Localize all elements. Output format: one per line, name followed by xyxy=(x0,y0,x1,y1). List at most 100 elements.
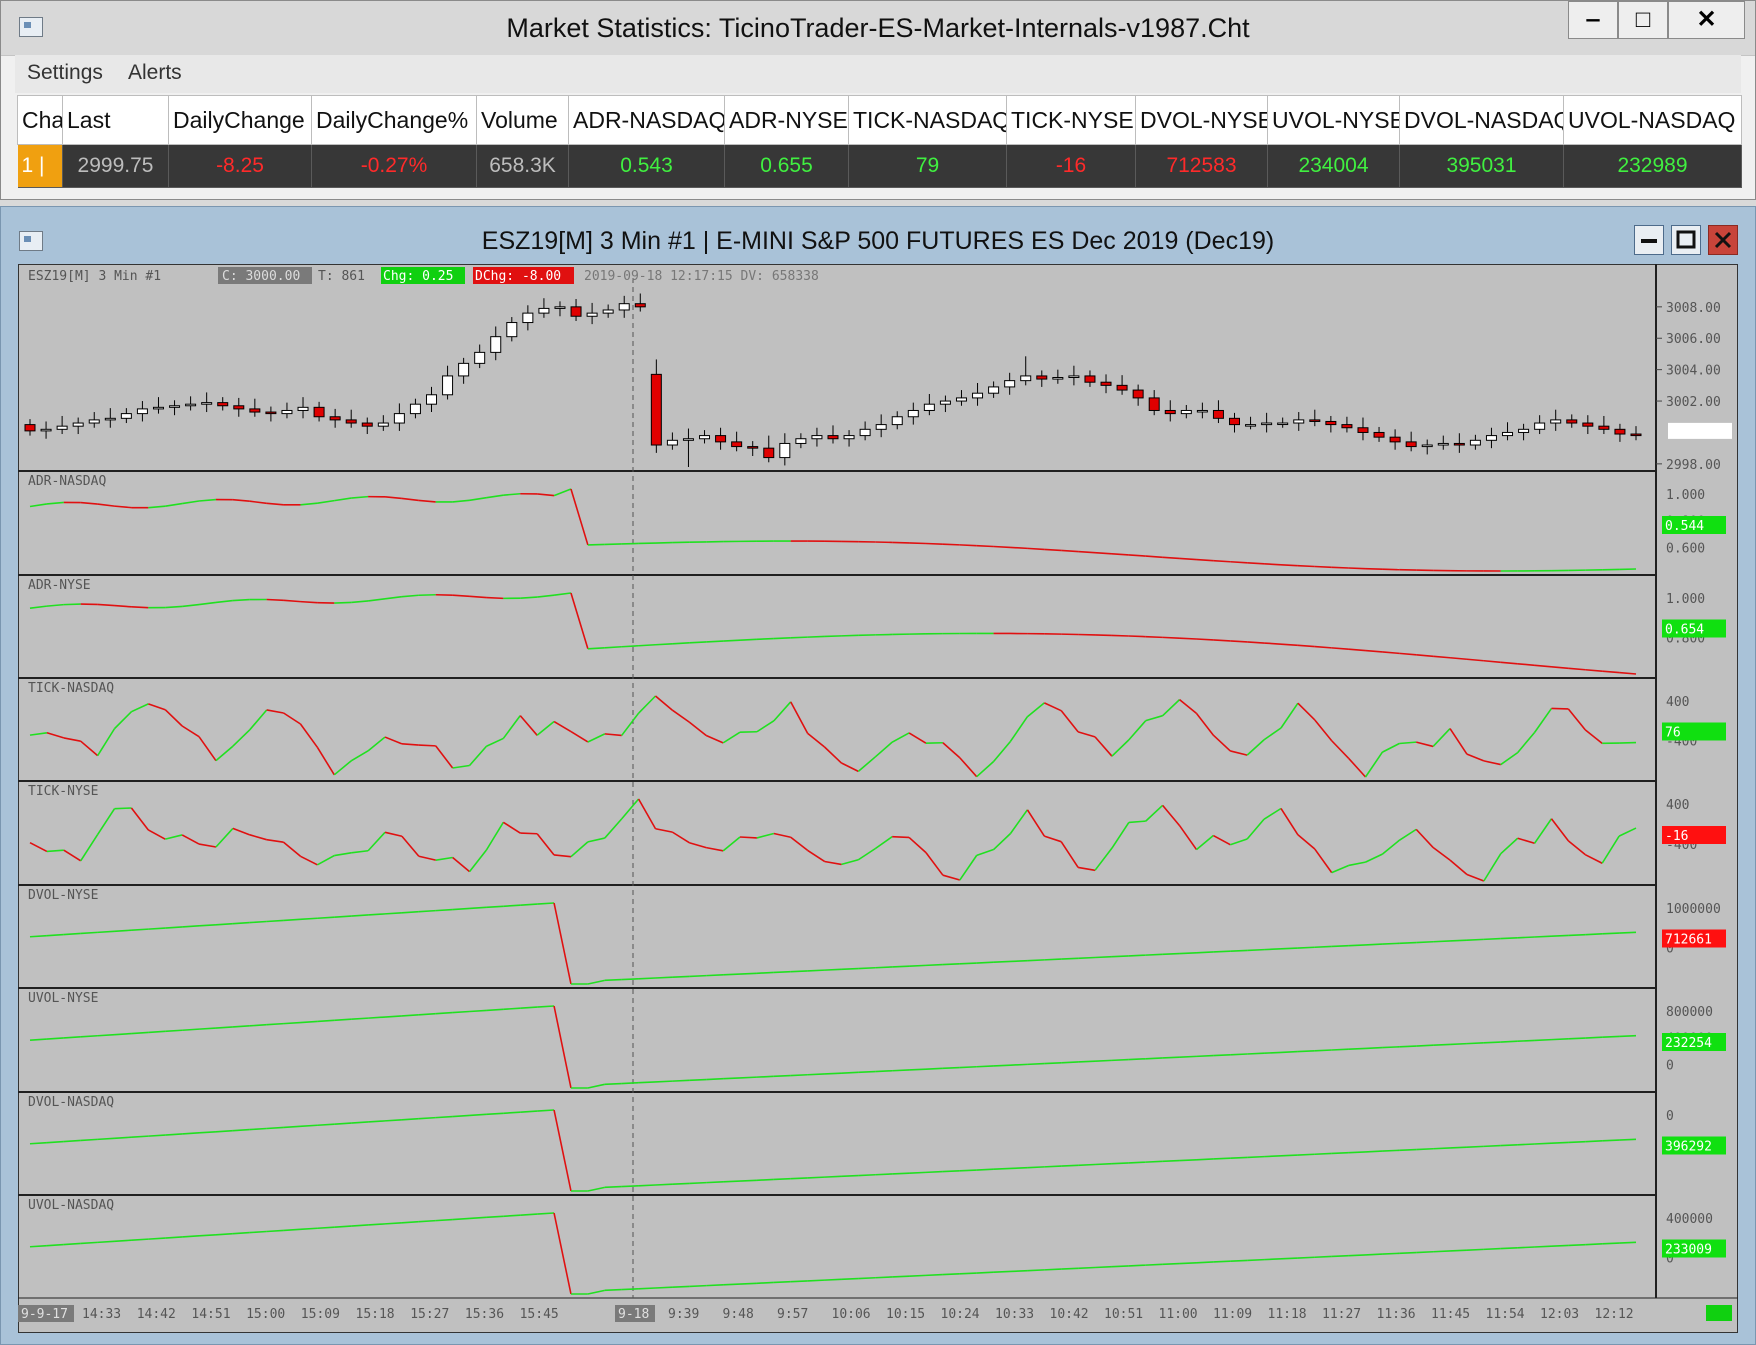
indicator-line-segment xyxy=(1619,1241,1637,1244)
price-and-internals-chart[interactable]: ESZ19[M] 3 Min #1 C: 3000.00 T: 861 Chg: 0.… xyxy=(18,264,1738,1333)
indicator-line-segment xyxy=(1348,648,1366,652)
chart-titlebar[interactable]: ESZ19[M] 3 Min #1 | E-MINI S&P 500 FUTUR… xyxy=(1,207,1755,261)
time-axis-label: 10:51 xyxy=(1104,1307,1143,1322)
indicator-line-segment xyxy=(1145,953,1163,956)
indicator-line-segment xyxy=(993,1064,1011,1067)
column-header[interactable]: DVOL-NYSE xyxy=(1135,95,1268,145)
indicator-line-segment xyxy=(300,1124,318,1128)
column-header[interactable]: DailyChange% xyxy=(311,95,477,145)
indicator-line-segment xyxy=(334,1018,352,1022)
indicator-line-segment xyxy=(1247,641,1265,644)
indicator-line-segment xyxy=(401,1014,419,1017)
close-button[interactable]: ✕ xyxy=(1668,1,1745,39)
chart-maximize-button[interactable] xyxy=(1671,225,1701,255)
indicator-line-segment xyxy=(1314,719,1333,742)
indicator-line-segment xyxy=(672,1285,690,1289)
indicator-line-segment xyxy=(1145,1263,1163,1266)
indicator-line-segment xyxy=(976,1065,994,1068)
indicator-line-segment xyxy=(418,855,436,861)
price-axis-label: 3002.00 xyxy=(1666,395,1721,410)
maximize-button[interactable]: □ xyxy=(1618,1,1668,39)
indicator-line-segment xyxy=(790,970,808,973)
candle-body xyxy=(1598,425,1610,430)
indicator-line-segment xyxy=(537,594,555,598)
candle-body xyxy=(393,413,405,424)
time-axis-label: 15:09 xyxy=(301,1307,340,1322)
indicator-line-segment xyxy=(688,721,707,737)
indicator-line-segment xyxy=(1466,938,1484,941)
indicator-line-segment xyxy=(959,962,977,965)
indicator-line-segment xyxy=(1365,1046,1383,1050)
indicator-line-segment xyxy=(892,835,910,839)
column-header[interactable]: DailyChange xyxy=(168,95,312,145)
indicator-line-segment xyxy=(1061,957,1079,960)
indicator-line-segment xyxy=(1230,1156,1248,1159)
column-header[interactable]: DVOL-NASDAQ xyxy=(1399,95,1564,145)
indicator-line-segment xyxy=(165,605,183,609)
candle-body xyxy=(313,406,325,418)
menu-settings[interactable]: Settings xyxy=(27,61,103,85)
indicator-line-segment xyxy=(587,646,605,650)
indicator-line-segment xyxy=(637,798,657,830)
indicator-line-segment xyxy=(976,544,994,548)
column-header[interactable]: TICK-NASDAQ xyxy=(848,95,1007,145)
indicator-line-segment xyxy=(655,1080,673,1083)
table-row[interactable]: 1 | 2999.75 -8.25 -0.27% 658.3K 0.543 0.655 79-… xyxy=(17,144,1742,188)
candle-body xyxy=(409,403,421,415)
menu-alerts[interactable]: Alerts xyxy=(128,61,182,85)
indicator-line-segment xyxy=(553,854,572,858)
indicator-line-segment xyxy=(1230,838,1248,846)
column-header[interactable]: TICK-NYSE xyxy=(1006,95,1136,145)
indicator-line-segment xyxy=(1009,716,1029,742)
column-header[interactable]: ADR-NYSE xyxy=(724,95,849,145)
indicator-line-segment xyxy=(739,638,757,641)
indicator-line-segment xyxy=(148,1134,166,1137)
indicator-line-segment xyxy=(249,1230,267,1234)
column-header[interactable]: ADR-NASDAQ xyxy=(568,95,725,145)
indicator-line-segment xyxy=(790,1073,808,1077)
indicator-line-segment xyxy=(756,1178,774,1182)
column-header[interactable]: UVOL-NYSE xyxy=(1267,95,1400,145)
indicator-line-segment xyxy=(942,1170,960,1173)
indicator-line-segment xyxy=(1111,1265,1129,1268)
candle-body xyxy=(233,405,245,410)
indicator-line-segment xyxy=(418,593,436,597)
indicator-line-segment xyxy=(486,905,504,909)
indicator-line-segment xyxy=(317,916,335,920)
indicator-line-segment xyxy=(790,1177,808,1180)
candle-body xyxy=(875,424,887,430)
chart-close-button[interactable] xyxy=(1708,225,1738,255)
table-cell: 658.3K xyxy=(476,144,569,188)
indicator-line-segment xyxy=(283,599,301,603)
indicator-line-segment xyxy=(1398,828,1417,841)
indicator-line-segment xyxy=(469,1216,487,1220)
time-axis-label: 11:09 xyxy=(1213,1307,1252,1322)
table-cell: 2999.75 xyxy=(62,144,169,188)
indicator-line-segment xyxy=(1399,1251,1417,1255)
indicator-line-segment xyxy=(1601,835,1620,864)
chart-symbol-label: ESZ19[M] 3 Min #1 xyxy=(28,269,161,284)
candle-body xyxy=(1469,439,1481,446)
minimize-button[interactable]: ‒ xyxy=(1568,1,1618,39)
column-header[interactable]: Cha xyxy=(17,95,63,145)
indicator-line-segment xyxy=(1416,1044,1434,1047)
indicator-line-segment xyxy=(401,910,419,914)
candle-body xyxy=(24,424,36,432)
indicator-line-segment xyxy=(1145,635,1163,639)
column-header[interactable]: UVOL-NASDAQ xyxy=(1563,95,1742,145)
column-header[interactable]: Volume xyxy=(476,95,569,145)
stats-titlebar[interactable]: Market Statistics: TicinoTrader-ES-Marke… xyxy=(1,1,1755,56)
indicator-line-segment xyxy=(1196,1261,1214,1264)
indicator-line-segment xyxy=(1433,940,1451,943)
column-header[interactable]: Last xyxy=(62,95,169,145)
indicator-line-segment xyxy=(80,1034,98,1038)
indicator-line-segment xyxy=(790,1280,808,1283)
indicator-line-segment xyxy=(874,836,893,850)
candle-body xyxy=(1582,422,1594,427)
indicator-line-segment xyxy=(1162,1262,1180,1266)
indicator-line-segment xyxy=(519,715,538,736)
indicator-line-segment xyxy=(1111,552,1129,556)
indicator-line-segment xyxy=(1111,634,1129,637)
indicator-line-segment xyxy=(1145,555,1163,559)
chart-minimize-button[interactable] xyxy=(1634,225,1664,255)
